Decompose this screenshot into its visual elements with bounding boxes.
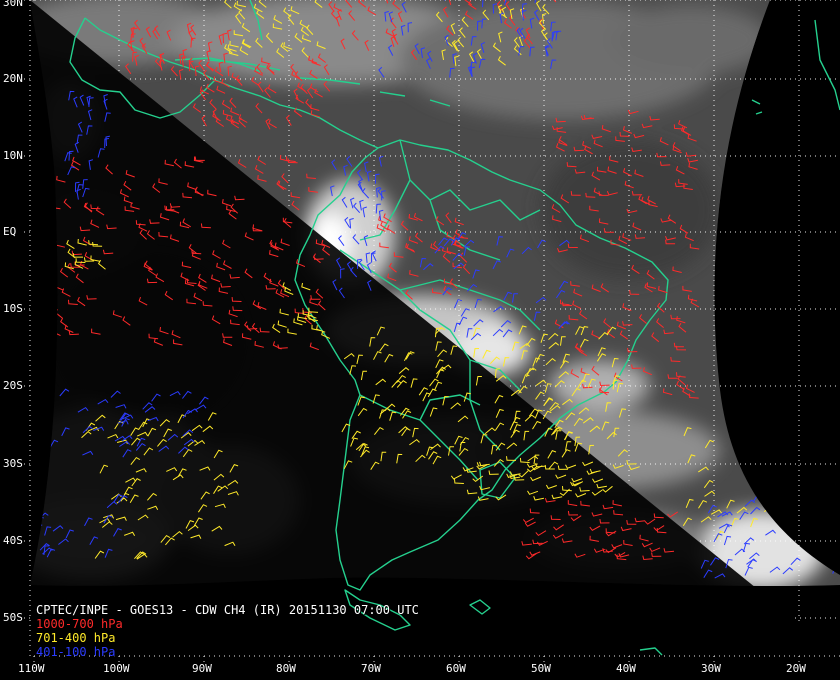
wind-barb-high-level	[787, 446, 798, 454]
lat-label-eq: EQ	[3, 225, 17, 238]
wind-barb-mid-level	[781, 514, 792, 523]
wind-barb-mid-level	[746, 437, 754, 447]
africa-edge	[814, 19, 840, 111]
legend-401-100-hpa: 401-100 hPa	[36, 645, 116, 659]
wind-barb-mid-level	[733, 427, 745, 434]
wind-barb-mid-level	[761, 452, 770, 462]
lat-label-50s: 50S	[3, 611, 23, 624]
wind-barb-mid-level	[832, 478, 840, 488]
map-canvas	[24, 0, 840, 662]
legend-701-400-hpa: 701-400 hPa	[36, 631, 116, 645]
wind-barb-mid-level	[793, 482, 804, 491]
lat-label-10n: 10N	[3, 149, 23, 162]
wind-barb-high-level	[792, 510, 802, 520]
wind-barb-high-level	[816, 514, 825, 524]
wind-barb-mid-level	[802, 440, 813, 449]
wind-barb-mid-level	[796, 469, 808, 477]
lat-label-10s: 10S	[3, 302, 23, 315]
wind-barb-mid-level	[814, 435, 826, 441]
lon-label-20w: 20W	[786, 662, 806, 675]
wind-barb-mid-level	[831, 499, 840, 509]
wind-barb-mid-level	[815, 487, 827, 495]
wind-barb-mid-level	[834, 488, 840, 497]
wind-barb-high-level	[787, 508, 799, 515]
wind-barb-high-level	[757, 400, 769, 407]
wind-barb-mid-level	[745, 431, 757, 439]
lon-label-60w: 60W	[446, 662, 466, 675]
wind-barb-high-level	[785, 422, 797, 429]
wind-barb-high-level	[759, 391, 771, 400]
satellite-wind-map: 30N 20N 10N EQ 10S 20S 30S 40S 50S 110W …	[0, 0, 840, 680]
lon-label-90w: 90W	[192, 662, 212, 675]
caption-title: CPTEC/INPE - GOES13 - CDW CH4 (IR) 20151…	[36, 603, 419, 617]
wind-barb-high-level	[820, 533, 832, 541]
wind-barb-mid-level	[783, 450, 794, 459]
wind-barb-high-level	[793, 511, 805, 518]
wind-barb-mid-level	[809, 523, 819, 532]
lat-label-30n: 30N	[3, 0, 23, 9]
lon-label-70w: 70W	[361, 662, 381, 675]
cape-verde	[751, 99, 763, 115]
map-caption: CPTEC/INPE - GOES13 - CDW CH4 (IR) 20151…	[36, 603, 419, 659]
wind-barb-mid-level	[756, 484, 768, 490]
wind-barb-high-level	[772, 390, 784, 396]
wind-barb-mid-level	[819, 491, 831, 498]
wind-barb-mid-level	[763, 505, 775, 513]
wind-barb-high-level	[748, 397, 758, 406]
wind-barb-mid-level	[755, 431, 766, 440]
legend-1000-700-hpa: 1000-700 hPa	[36, 617, 123, 631]
wind-barb-high-level	[803, 425, 815, 431]
lon-label-100w: 100W	[103, 662, 130, 675]
lat-label-20n: 20N	[3, 72, 23, 85]
wind-barb-mid-level	[738, 431, 748, 441]
wind-barb-high-level	[780, 430, 793, 436]
wind-barb-mid-level	[818, 464, 830, 472]
wind-barb-mid-level	[822, 494, 834, 501]
wind-barb-high-level	[810, 449, 822, 455]
wind-barb-high-level	[747, 406, 758, 415]
wind-barb-high-level	[781, 495, 793, 501]
wind-barb-high-level	[750, 410, 761, 419]
lat-label-40s: 40S	[3, 534, 23, 547]
wind-barb-high-level	[793, 523, 803, 532]
wind-barb-high-level	[748, 418, 758, 427]
wind-barb-high-level	[776, 417, 787, 422]
wind-barb-high-level	[817, 393, 829, 400]
lon-label-110w: 110W	[18, 662, 45, 675]
lon-label-50w: 50W	[531, 662, 551, 675]
wind-barb-mid-level	[773, 486, 785, 493]
lon-label-30w: 30W	[701, 662, 721, 675]
wind-barb-high-level	[770, 501, 781, 510]
wind-barb-high-level	[817, 552, 828, 560]
wind-barb-high-level	[750, 424, 761, 432]
wind-barb-mid-level	[761, 427, 771, 437]
lon-label-40w: 40W	[616, 662, 636, 675]
lon-label-80w: 80W	[276, 662, 296, 675]
wind-barb-high-level	[779, 502, 791, 509]
lat-label-20s: 20S	[3, 379, 23, 392]
wind-barb-high-level	[823, 503, 832, 513]
lat-label-30s: 30S	[3, 457, 23, 470]
wind-barb-high-level	[792, 495, 803, 504]
